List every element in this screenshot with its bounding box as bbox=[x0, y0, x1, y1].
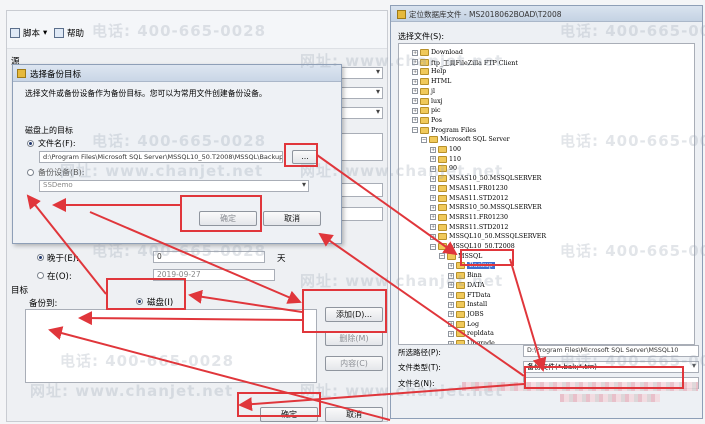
arrow-to-add-button bbox=[89, 211, 302, 304]
annotation-arrows bbox=[26, 154, 547, 421]
arrow-to-list-bottom bbox=[48, 326, 391, 421]
screenshot-stage: 脚本 ▾ 帮助 源 晚于(E): 0 天 在(O): 2019-09-27 目标… bbox=[0, 0, 705, 424]
arrow-add-to-disk bbox=[188, 289, 303, 313]
arrow-file-type-to-select-ok bbox=[318, 232, 525, 377]
arrow-disk-to-target bbox=[26, 194, 107, 295]
arrow-browse-to-backup-folder bbox=[316, 154, 458, 256]
arrow-add-to-destination-list bbox=[78, 311, 303, 326]
arrow-file-type-to-main-ok bbox=[238, 383, 525, 412]
arrow-backup-folder-to-file-type bbox=[509, 258, 547, 372]
